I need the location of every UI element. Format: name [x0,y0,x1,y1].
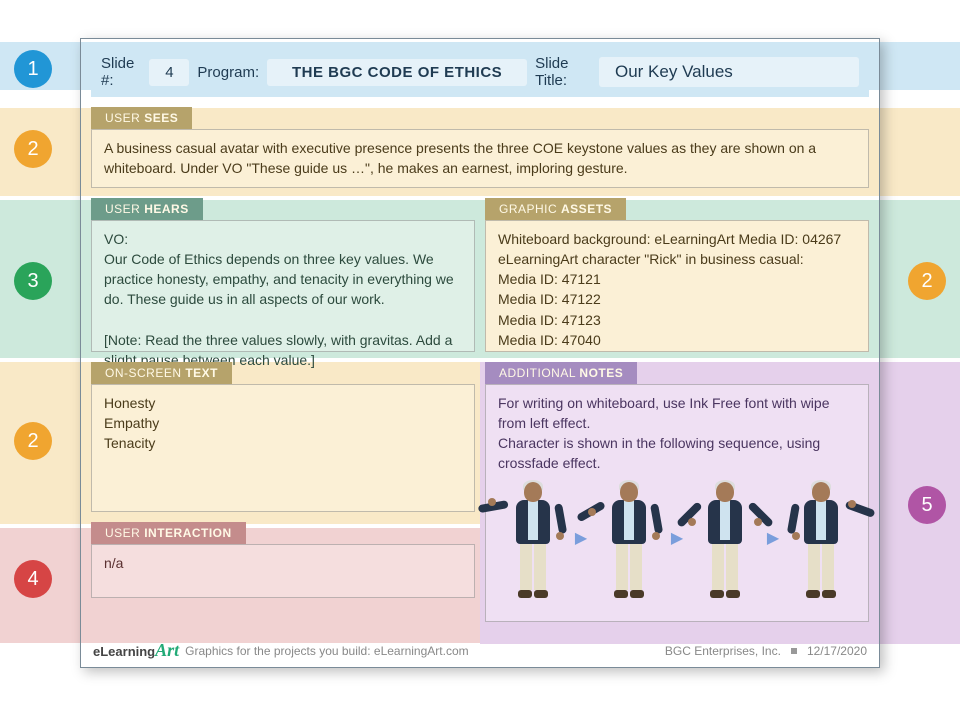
label-strong: INTERACTION [144,526,232,540]
panel-onscreen-text-header: ON-SCREEN TEXT [91,362,232,384]
footer-logo: eLearningArt [93,640,179,661]
panel-onscreen-text: ON-SCREEN TEXT Honesty Empathy Tenacity [91,362,475,512]
footer-date: 12/17/2020 [807,644,867,658]
footer-company: BGC Enterprises, Inc. [665,644,781,658]
label-strong: TEXT [185,366,218,380]
panel-additional-notes: ADDITIONAL NOTES For writing on whiteboa… [485,362,869,622]
panel-graphic-assets-body: Whiteboard background: eLearningArt Medi… [485,220,869,352]
label-strong: SEES [144,111,178,125]
character-pose-4 [790,480,852,598]
panel-user-sees: USER SEES A business casual avatar with … [91,107,869,188]
panel-additional-notes-body: For writing on whiteboard, use Ink Free … [485,384,869,622]
label-strong: NOTES [579,366,623,380]
notes-text: For writing on whiteboard, use Ink Free … [498,393,856,474]
callout-1: 1 [14,50,52,88]
label-pre: USER [105,111,144,125]
storyboard-card: Slide #: 4 Program: THE BGC CODE OF ETHI… [80,38,880,668]
program-label: Program: [197,64,259,81]
panel-user-hears-body: VO: Our Code of Ethics depends on three … [91,220,475,352]
slide-no-label: Slide #: [101,55,141,89]
footer: eLearningArt Graphics for the projects y… [93,640,867,661]
panel-user-interaction-body: n/a [91,544,475,598]
callout-3: 3 [14,262,52,300]
character-pose-1 [502,480,564,598]
character-pose-3 [694,480,756,598]
panel-user-sees-header: USER SEES [91,107,192,129]
label-strong: ASSETS [561,202,612,216]
header-bar: Slide #: 4 Program: THE BGC CODE OF ETHI… [91,47,869,97]
sequence-arrow-icon: ▶ [767,527,779,550]
panel-user-sees-body: A business casual avatar with executive … [91,129,869,188]
panel-graphic-assets: GRAPHIC ASSETS Whiteboard background: eL… [485,198,869,352]
title-label: Slide Title: [535,55,591,89]
callout-2-left-mid: 2 [14,422,52,460]
callout-4: 4 [14,560,52,598]
label-pre: ADDITIONAL [499,366,579,380]
panel-graphic-assets-header: GRAPHIC ASSETS [485,198,626,220]
label-pre: ON-SCREEN [105,366,185,380]
logo-text-a: eLearning [93,644,155,659]
footer-tagline: Graphics for the projects you build: eLe… [185,644,468,658]
panel-user-interaction: USER INTERACTION n/a [91,522,475,598]
program-field[interactable]: THE BGC CODE OF ETHICS [267,59,527,86]
panel-user-interaction-header: USER INTERACTION [91,522,246,544]
sequence-arrow-icon: ▶ [671,527,683,550]
logo-text-b: Art [155,640,179,660]
callout-2-left-top: 2 [14,130,52,168]
character-sequence: ▶ ▶ ▶ [498,480,856,598]
slide-no-field[interactable]: 4 [149,59,189,86]
panel-user-hears: USER HEARS VO: Our Code of Ethics depend… [91,198,475,352]
label-pre: GRAPHIC [499,202,561,216]
panel-additional-notes-header: ADDITIONAL NOTES [485,362,637,384]
panel-onscreen-text-body: Honesty Empathy Tenacity [91,384,475,512]
label-strong: HEARS [144,202,189,216]
callout-2-right: 2 [908,262,946,300]
label-pre: USER [105,526,144,540]
label-pre: USER [105,202,144,216]
callout-5: 5 [908,486,946,524]
title-field[interactable]: Our Key Values [599,57,859,87]
panel-user-hears-header: USER HEARS [91,198,203,220]
character-pose-2 [598,480,660,598]
footer-separator-icon [791,648,797,654]
sequence-arrow-icon: ▶ [575,527,587,550]
